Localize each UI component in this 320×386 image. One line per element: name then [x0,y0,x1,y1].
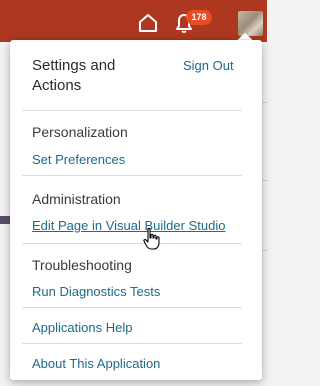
menu-title: Settings and Actions [32,57,116,94]
divider [22,110,242,111]
background-divider [262,180,267,181]
divider [22,343,242,344]
sign-out-link[interactable]: Sign Out [183,58,234,73]
divider [22,175,242,176]
hand-cursor-icon [143,227,160,250]
set-preferences-link[interactable]: Set Preferences [32,152,125,167]
section-title-personalization: Personalization [32,124,128,140]
home-icon[interactable] [137,12,159,34]
background-divider [262,250,267,251]
settings-actions-menu: Settings and Actions Sign Out Personaliz… [10,40,262,380]
about-application-link[interactable]: About This Application [32,356,160,371]
menu-header: Settings and Actions Sign Out [32,56,252,96]
section-title-troubleshooting: Troubleshooting [32,257,132,273]
edit-page-vbs-link[interactable]: Edit Page in Visual Builder Studio [32,218,225,233]
applications-help-link[interactable]: Applications Help [32,320,132,335]
avatar[interactable] [238,11,263,36]
divider [22,243,242,244]
global-header: 178 [0,0,267,42]
background-divider [262,102,267,103]
background-fragment [0,216,10,224]
section-title-administration: Administration [32,191,121,207]
run-diagnostics-link[interactable]: Run Diagnostics Tests [32,284,160,299]
notification-badge: 178 [186,10,212,25]
divider [22,307,242,308]
